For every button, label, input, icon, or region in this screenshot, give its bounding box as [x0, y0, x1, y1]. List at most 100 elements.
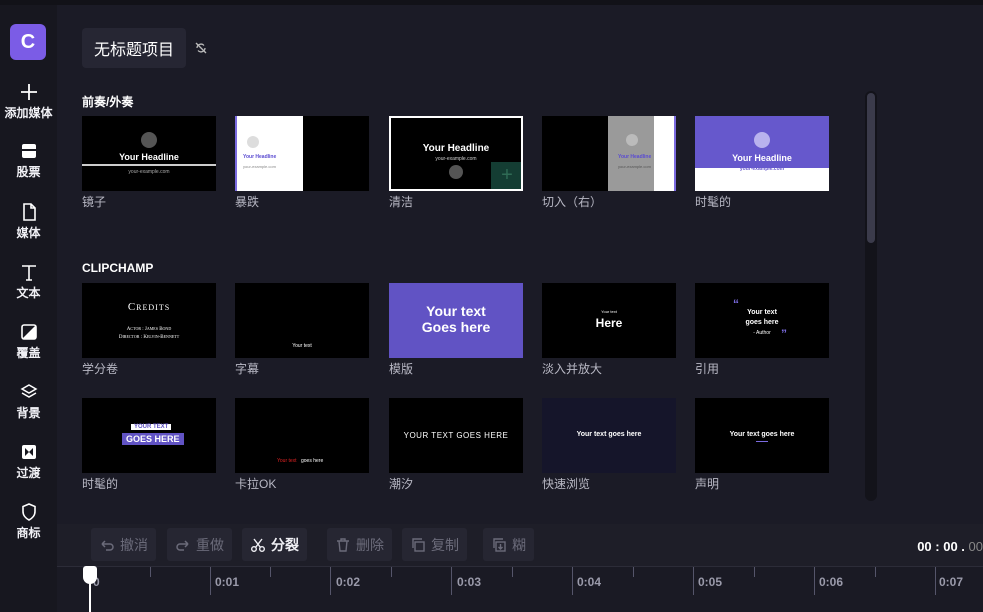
sidebar-item-text[interactable]: 文本 — [0, 263, 57, 301]
template-thumbnail: Your text — [235, 283, 369, 358]
undo-button[interactable]: 撤消 — [91, 528, 156, 561]
template-thumbnail: YOUR TEXT GOES HERE — [82, 398, 216, 473]
card-line1: Your text — [601, 309, 617, 314]
sidebar-item-background[interactable]: 背景 — [0, 383, 57, 421]
split-label: 分裂 — [271, 536, 299, 553]
paste-icon — [493, 537, 506, 552]
file-icon — [22, 203, 36, 221]
timeline-panel: 撤消 重做 分裂 删除 复制 糊 00 : 00 . 00 0 0:01 0:0… — [57, 524, 983, 612]
template-card[interactable]: Your Headline your-example.com 暴跌 — [235, 116, 369, 210]
ruler-label: 0:05 — [698, 575, 723, 589]
template-thumbnail: Your text goes here — [542, 398, 676, 473]
card-line2: goes here — [745, 319, 779, 326]
template-card[interactable]: Credits Actor : James Bond Director : Ke… — [82, 283, 216, 377]
template-card[interactable]: Your Headline your-example.com + 清洁 — [389, 116, 523, 210]
logo-placeholder-icon — [626, 134, 638, 146]
template-thumbnail: Your text Here — [542, 283, 676, 358]
card-line2: GOES HERE — [122, 433, 184, 445]
sidebar-item-stock[interactable]: 股票 — [0, 142, 57, 180]
template-thumbnail: Your Headline your-example.com + — [389, 116, 523, 191]
undo-icon — [101, 539, 114, 551]
ruler-label: 0:02 — [336, 575, 361, 589]
template-card[interactable]: YOUR TEXT GOES HERE 潮汐 — [389, 398, 523, 492]
section-title-intros: 前奏/外奏 — [82, 95, 134, 109]
sidebar-item-add-media[interactable]: 添加媒体 — [0, 83, 57, 121]
ruler-tick — [270, 567, 271, 577]
redo-icon — [176, 539, 189, 551]
template-card[interactable]: YOUR TEXT GOES HERE 时髦的 — [82, 398, 216, 492]
template-card[interactable]: Your Headline your-example.com 镜子 — [82, 116, 216, 210]
card-headline: Your Headline — [732, 153, 792, 163]
template-card[interactable]: “ Your text goes here - Author ” 引用 — [695, 283, 829, 377]
template-caption: 时髦的 — [695, 195, 732, 209]
template-thumbnail: Credits Actor : James Bond Director : Ke… — [82, 283, 216, 358]
paste-label: 糊 — [512, 536, 526, 553]
template-thumbnail: Your Headline your-example.com — [542, 116, 676, 191]
card-headline: Your Headline — [422, 143, 490, 154]
template-caption: 切入（右） — [542, 195, 603, 209]
template-card[interactable]: Your text goes here 卡拉OK — [235, 398, 369, 492]
ruler-tick — [150, 567, 151, 577]
ruler-tick — [391, 567, 392, 577]
delete-label: 删除 — [356, 536, 384, 553]
template-caption: 潮汐 — [389, 477, 414, 491]
card-headline: Your Headline — [119, 152, 179, 162]
card-line1: Your text goes here — [729, 431, 795, 438]
logo-placeholder-icon — [449, 165, 463, 179]
shield-icon — [21, 503, 36, 521]
close-quote-icon: ” — [781, 327, 787, 341]
card-sub: your-example.com — [739, 166, 785, 172]
redo-button[interactable]: 重做 — [167, 528, 232, 561]
sidebar-item-label: 商标 — [16, 526, 41, 540]
duplicate-button[interactable]: 复制 — [402, 528, 467, 561]
redo-label: 重做 — [196, 536, 224, 553]
logo-placeholder-icon — [247, 136, 259, 148]
sidebar-item-label: 过渡 — [16, 466, 41, 480]
copy-icon — [412, 537, 425, 552]
timeline-ruler[interactable]: 0 0:01 0:02 0:03 0:04 0:05 0:06 0:07 — [57, 566, 983, 612]
app-logo[interactable]: C — [10, 24, 46, 60]
ruler-tick — [210, 567, 211, 595]
card-line2: Here — [595, 316, 623, 330]
section-title-clipchamp: CLIPCHAMP — [82, 261, 154, 275]
template-card[interactable]: Your text Goes here 模版 — [389, 283, 523, 377]
duplicate-label: 复制 — [431, 536, 459, 553]
ruler-label: 0:06 — [819, 575, 844, 589]
ruler-label: 0:04 — [577, 575, 602, 589]
split-button[interactable]: 分裂 — [242, 528, 307, 561]
template-card[interactable]: Your text Here 淡入并放大 — [542, 283, 676, 377]
card-line2: Actor : James Bond — [126, 327, 172, 332]
paste-button[interactable]: 糊 — [483, 528, 534, 561]
card-line1: Your text — [426, 303, 486, 319]
sidebar-item-label: 背景 — [16, 406, 41, 420]
delete-button[interactable]: 删除 — [327, 528, 392, 561]
ruler-label: 0:03 — [457, 575, 482, 589]
sidebar-item-label: 添加媒体 — [4, 106, 53, 120]
scissors-icon — [251, 538, 265, 552]
sidebar-item-media[interactable]: 媒体 — [0, 203, 57, 241]
logo-placeholder-icon — [141, 132, 157, 148]
sidebar-item-overlay[interactable]: 覆盖 — [0, 323, 57, 361]
template-caption: 暴跌 — [235, 195, 260, 209]
white-panel — [654, 116, 676, 191]
template-card[interactable]: Your text goes here 快速浏览 — [542, 398, 676, 492]
card-line3: Director : Kelvin-Bennett — [118, 335, 180, 340]
add-to-timeline-icon[interactable]: + — [491, 162, 521, 189]
card-sub: your-example.com — [618, 164, 651, 169]
template-card[interactable]: Your text goes here 声明 — [695, 398, 829, 492]
template-card[interactable]: Your Headline your-example.com 时髦的 — [695, 116, 829, 210]
template-scrollbar[interactable] — [865, 91, 877, 501]
card-line1: YOUR TEXT GOES HERE — [403, 431, 509, 440]
sidebar-item-brand[interactable]: 商标 — [0, 503, 57, 541]
ruler-tick — [754, 567, 755, 577]
card-headline: Your Headline — [243, 154, 277, 160]
scrollbar-thumb[interactable] — [867, 93, 875, 243]
template-caption: 声明 — [695, 477, 720, 491]
template-card[interactable]: Your Headline your-example.com 切入（右） — [542, 116, 676, 210]
template-card[interactable]: Your text 字幕 — [235, 283, 369, 377]
card-headline: Your Headline — [618, 154, 652, 160]
playhead-line — [89, 580, 91, 612]
project-title[interactable]: 无标题项目 — [82, 28, 187, 68]
template-caption: 卡拉OK — [235, 477, 277, 491]
sidebar-item-transitions[interactable]: 过渡 — [0, 443, 57, 481]
